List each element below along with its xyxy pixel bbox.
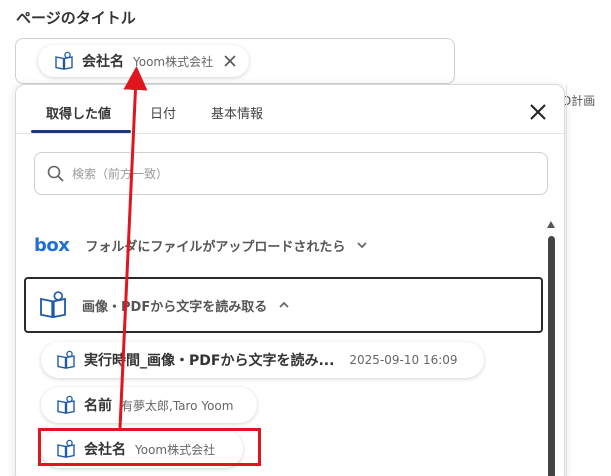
arrow-annotation [118, 66, 148, 429]
